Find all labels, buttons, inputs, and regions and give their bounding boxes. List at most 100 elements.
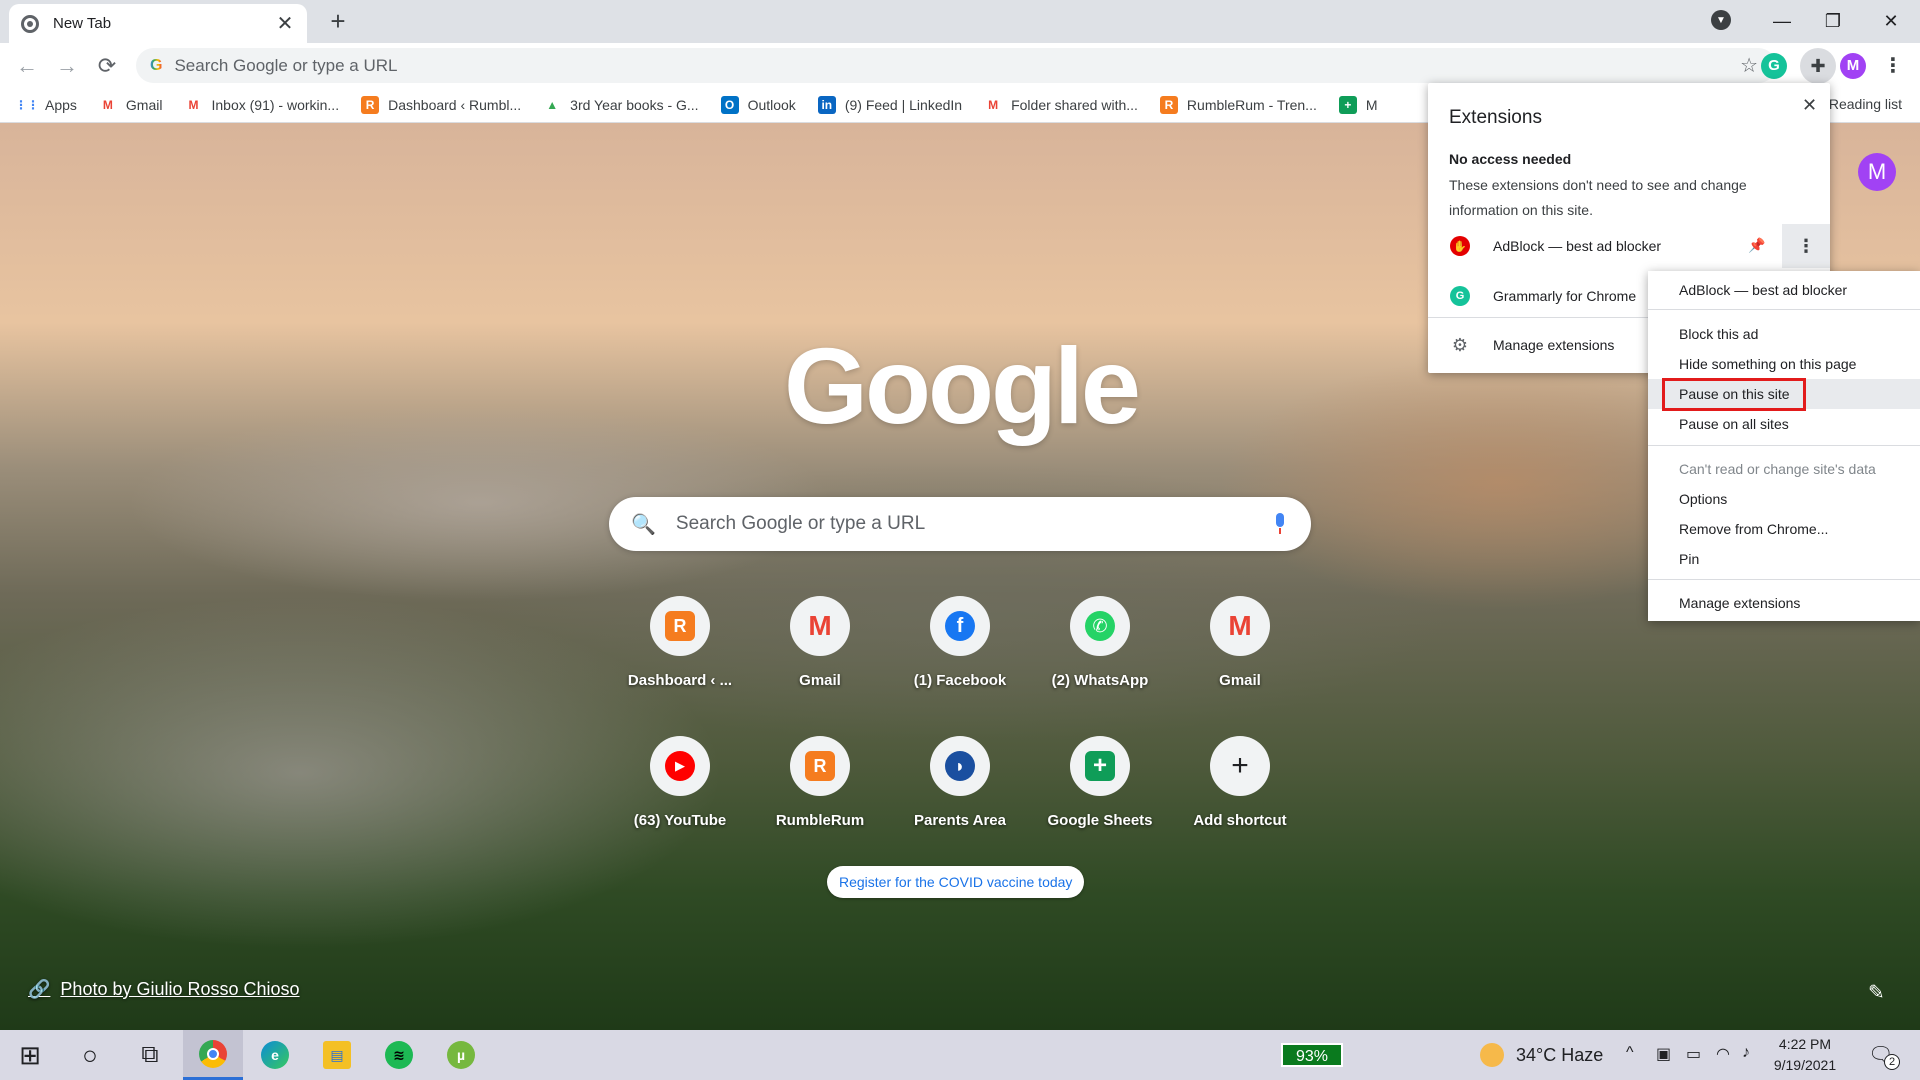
battery-tray-icon[interactable]: ▭ (1686, 1044, 1701, 1064)
add-shortcut-button[interactable]: + Add shortcut (1184, 736, 1296, 829)
volume-tray-icon[interactable]: ♪ (1742, 1044, 1750, 1062)
adblock-icon: ✋ (1450, 236, 1470, 256)
close-icon[interactable]: ✕ (1802, 95, 1817, 116)
bookmark-apps[interactable]: ⋮⋮ Apps (15, 96, 77, 114)
folder-icon: ▤ (323, 1041, 351, 1069)
bookmark-inbox[interactable]: M Inbox (91) - workin... (184, 96, 339, 114)
bookmark-label: Outlook (747, 97, 796, 113)
covid-vaccine-promo-link[interactable]: Register for the COVID vaccine today (827, 866, 1085, 898)
shortcut-gmail[interactable]: M Gmail (764, 596, 876, 689)
restore-button[interactable]: ❐ (1810, 4, 1856, 38)
reading-list-button[interactable]: Reading list (1829, 96, 1902, 112)
bookmark-sheets[interactable]: + M (1338, 96, 1378, 114)
bookmark-gmail[interactable]: M Gmail (99, 96, 163, 114)
ntp-profile-avatar[interactable]: M (1858, 153, 1896, 191)
link-icon: 🔗 (28, 979, 51, 999)
windows-taskbar: ⊞ ○ ⧉ e ▤ ≋ µ 93% 34°C Haze ^ ▣ ▭ ◠ ♪ 4:… (0, 1030, 1920, 1080)
gmail-icon: M (988, 98, 999, 112)
shortcut-rumblerum[interactable]: R RumbleRum (764, 736, 876, 829)
facebook-icon: f (930, 596, 990, 656)
menu-item-pause-on-all-sites[interactable]: Pause on all sites (1648, 409, 1920, 439)
shortcut-google-sheets[interactable]: + Google Sheets (1044, 736, 1156, 829)
plus-icon: + (1210, 736, 1270, 796)
shortcut-youtube[interactable]: ▶ (63) YouTube (624, 736, 736, 829)
utorrent-icon: µ (447, 1041, 475, 1069)
menu-item-remove-from-chrome[interactable]: Remove from Chrome... (1648, 514, 1920, 544)
haze-sun-icon (1480, 1043, 1504, 1067)
tab-search-icon[interactable]: ▼ (1711, 10, 1731, 30)
menu-item-hide-something[interactable]: Hide something on this page (1648, 349, 1920, 379)
address-bar-placeholder: Search Google or type a URL (174, 55, 398, 75)
shortcut-label: Add shortcut (1193, 812, 1287, 829)
customize-pencil-icon[interactable]: ✎ (1868, 980, 1885, 1005)
pin-icon[interactable]: 📌 (1748, 237, 1765, 254)
close-window-button[interactable]: ✕ (1868, 4, 1914, 38)
extension-row-adblock[interactable]: ✋ AdBlock — best ad blocker 📌 ⋮ (1428, 224, 1830, 268)
photo-attribution-link[interactable]: 🔗 Photo by Giulio Rosso Chioso (28, 979, 300, 1000)
taskbar-clock[interactable]: 4:22 PM 9/19/2021 (1765, 1034, 1845, 1076)
shortcut-label: Gmail (799, 672, 841, 689)
menu-item-pin[interactable]: Pin (1648, 544, 1920, 574)
bookmark-rumblerum[interactable]: R RumbleRum - Tren... (1159, 96, 1317, 114)
bookmark-3rd-year-books[interactable]: ▲ 3rd Year books - G... (543, 96, 698, 114)
windows-start-icon[interactable]: ⊞ (0, 1030, 60, 1080)
menu-item-options[interactable]: Options (1648, 484, 1920, 514)
minimize-button[interactable]: — (1759, 4, 1805, 38)
sheets-icon: + (1070, 736, 1130, 796)
youtube-icon: ▶ (650, 736, 710, 796)
task-view-icon[interactable]: ⧉ (120, 1030, 180, 1080)
shortcut-label: Dashboard ‹ ... (627, 672, 733, 689)
ntp-search-box[interactable]: 🔍 Search Google or type a URL (609, 497, 1311, 551)
rumblerum-icon: R (1159, 96, 1178, 114)
chrome-menu-icon[interactable]: ⋮ (1880, 53, 1906, 79)
bookmark-star-icon[interactable]: ☆ (1740, 53, 1758, 78)
microphone-icon[interactable] (1273, 513, 1287, 535)
taskbar-file-explorer[interactable]: ▤ (307, 1030, 367, 1080)
shortcut-gmail-2[interactable]: M Gmail (1184, 596, 1296, 689)
search-circle-icon[interactable]: ○ (60, 1030, 120, 1080)
tab-strip: New Tab ✕ + ▼ — ❐ ✕ (0, 0, 1920, 43)
more-options-icon[interactable]: ⋮ (1782, 224, 1830, 268)
tab-new-tab[interactable]: New Tab ✕ (9, 4, 307, 43)
shortcut-whatsapp[interactable]: ✆ (2) WhatsApp (1044, 596, 1156, 689)
linkedin-icon: in (817, 96, 836, 114)
address-bar[interactable]: G Search Google or type a URL ☆ (136, 48, 1776, 83)
reload-button[interactable]: ⟳ (92, 51, 122, 81)
taskbar-spotify[interactable]: ≋ (369, 1030, 429, 1080)
weather-widget[interactable]: 34°C Haze (1480, 1030, 1603, 1080)
shortcut-dashboard[interactable]: R Dashboard ‹ ... (624, 596, 736, 689)
menu-item-manage-extensions[interactable]: Manage extensions (1648, 588, 1920, 618)
shortcut-label: Parents Area (914, 812, 1006, 829)
taskbar-edge[interactable]: e (245, 1030, 305, 1080)
profile-avatar[interactable]: M (1840, 53, 1866, 79)
menu-item-adblock-homepage[interactable]: AdBlock — best ad blocker (1648, 275, 1920, 305)
new-tab-button[interactable]: + (323, 6, 353, 36)
wifi-tray-icon[interactable]: ◠ (1716, 1044, 1730, 1064)
shortcut-parents-area[interactable]: ◗ Parents Area (904, 736, 1016, 829)
shortcut-label: (1) Facebook (913, 672, 1007, 689)
menu-separator (1648, 309, 1920, 310)
grammarly-extension-icon[interactable]: G (1761, 53, 1787, 79)
bookmark-dashboard[interactable]: R Dashboard ‹ Rumbl... (361, 96, 521, 114)
extensions-puzzle-icon[interactable]: ✚ (1800, 48, 1836, 84)
show-hidden-icons-chevron[interactable]: ^ (1626, 1044, 1634, 1062)
bookmark-linkedin[interactable]: in (9) Feed | LinkedIn (817, 96, 962, 114)
bookmark-outlook[interactable]: O Outlook (720, 96, 796, 114)
menu-item-block-this-ad[interactable]: Block this ad (1648, 319, 1920, 349)
tab-close-icon[interactable]: ✕ (275, 11, 295, 36)
security-tray-icon[interactable]: ▣ (1656, 1044, 1671, 1064)
back-button[interactable]: ← (12, 51, 42, 81)
taskbar-chrome[interactable] (183, 1030, 243, 1080)
tab-title: New Tab (53, 15, 112, 32)
shortcut-facebook[interactable]: f (1) Facebook (904, 596, 1016, 689)
taskbar-utorrent[interactable]: µ (431, 1030, 491, 1080)
gmail-icon: M (102, 98, 113, 112)
shortcut-label: Google Sheets (1047, 812, 1153, 829)
bookmark-folder-shared[interactable]: M Folder shared with... (984, 96, 1138, 114)
forward-button[interactable]: → (52, 51, 82, 81)
shortcut-label: (2) WhatsApp (1051, 672, 1149, 689)
chrome-favicon-icon (21, 14, 39, 33)
shortcut-label: RumbleRum (775, 812, 865, 829)
grammarly-icon: G (1450, 286, 1470, 306)
browser-toolbar: ← → ⟳ G Search Google or type a URL ☆ G … (0, 43, 1920, 88)
